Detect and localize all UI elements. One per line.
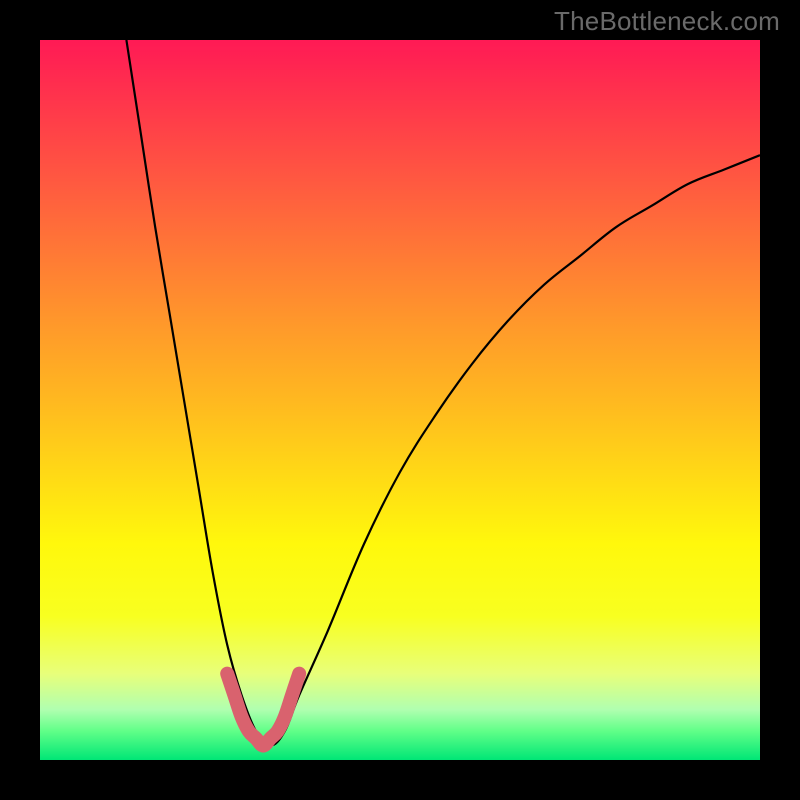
highlight-segment [227, 674, 299, 746]
chart-frame: TheBottleneck.com [0, 0, 800, 800]
curve-svg [40, 40, 760, 760]
plot-area [40, 40, 760, 760]
bottleneck-curve [126, 40, 760, 746]
watermark-text: TheBottleneck.com [554, 6, 780, 37]
